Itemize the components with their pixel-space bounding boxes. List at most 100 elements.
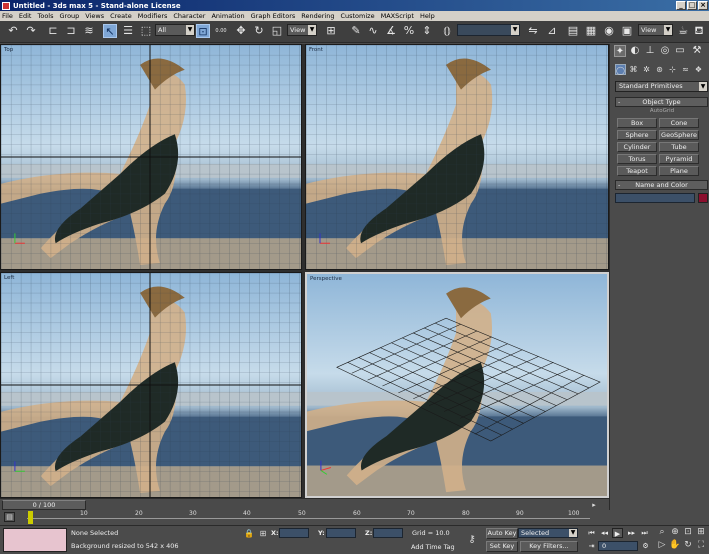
- next-frame-icon[interactable]: ▸▸: [626, 528, 637, 538]
- zoom-extents-all-icon[interactable]: ⊞: [695, 527, 707, 538]
- named-selection-icon[interactable]: ⦅⦆: [440, 24, 454, 38]
- menu-tools[interactable]: Tools: [37, 12, 53, 20]
- space-warps-icon[interactable]: ≈: [680, 64, 691, 75]
- menu-group[interactable]: Group: [60, 12, 80, 20]
- menu-character[interactable]: Character: [173, 12, 205, 20]
- menu-animation[interactable]: Animation: [211, 12, 244, 20]
- previous-frame-icon[interactable]: ◂◂: [599, 528, 610, 538]
- torus-button[interactable]: Torus: [617, 154, 657, 164]
- select-and-link-icon[interactable]: ⊏: [46, 24, 60, 38]
- time-slider-thumb[interactable]: 0 / 100: [2, 500, 86, 510]
- geometry-icon[interactable]: ◯: [615, 64, 626, 75]
- cone-button[interactable]: Cone: [659, 118, 699, 128]
- key-mode-toggle-icon[interactable]: ⇥: [586, 541, 597, 551]
- zoom-all-icon[interactable]: ⊕: [669, 527, 681, 538]
- menu-rendering[interactable]: Rendering: [301, 12, 334, 20]
- bind-space-warp-icon[interactable]: ≋: [82, 24, 96, 38]
- track-bar[interactable]: ▤ 10 20 30 40 50 60 70 80 90 100: [0, 510, 600, 525]
- select-manipulate-icon[interactable]: ✎: [349, 24, 363, 38]
- render-last-icon[interactable]: ⛾: [692, 24, 706, 38]
- absolute-mode-icon[interactable]: ⊞: [257, 528, 269, 539]
- redo-icon[interactable]: ↷: [24, 24, 38, 38]
- geosphere-button[interactable]: GeoSphere: [659, 130, 699, 140]
- utilities-tab-icon[interactable]: ⚒: [691, 45, 703, 57]
- menu-maxscript[interactable]: MAXScript: [381, 12, 414, 20]
- modify-tab-icon[interactable]: ◐: [629, 45, 641, 57]
- object-name-field[interactable]: [615, 193, 695, 203]
- mirror-icon[interactable]: ⇋: [526, 24, 540, 38]
- cylinder-button[interactable]: Cylinder: [617, 142, 657, 152]
- spinner-snap-icon[interactable]: ⇕: [420, 24, 434, 38]
- plane-button[interactable]: Plane: [659, 166, 699, 176]
- current-frame-field[interactable]: 0: [598, 541, 638, 551]
- snap-toggle-icon[interactable]: ∿: [366, 24, 380, 38]
- select-object-icon[interactable]: ↖: [103, 24, 117, 38]
- time-configuration-icon[interactable]: ⚙: [640, 541, 651, 551]
- selection-filter-dropdown[interactable]: All ▼: [155, 24, 195, 36]
- unlink-icon[interactable]: ⊐: [64, 24, 78, 38]
- display-tab-icon[interactable]: ▭: [674, 45, 686, 57]
- maxscript-listener[interactable]: [3, 528, 67, 552]
- window-crossing-icon[interactable]: ⊡: [196, 24, 210, 38]
- close-button[interactable]: ×: [698, 1, 708, 10]
- auto-key-button[interactable]: Auto Key: [486, 528, 518, 539]
- schematic-view-icon[interactable]: ▦: [584, 24, 598, 38]
- go-to-end-icon[interactable]: ⏭: [639, 528, 650, 538]
- render-scene-icon[interactable]: ▣: [620, 24, 634, 38]
- key-filters-button[interactable]: Key Filters...: [520, 541, 578, 552]
- object-color-swatch[interactable]: [698, 193, 708, 203]
- viewport-front[interactable]: Front: [305, 44, 609, 270]
- minimize-button[interactable]: _: [676, 1, 686, 10]
- x-coordinate-field[interactable]: [279, 528, 309, 538]
- primitive-category-dropdown[interactable]: Standard Primitives ▼: [615, 81, 708, 92]
- set-key-button[interactable]: Set Key: [486, 541, 518, 552]
- systems-icon[interactable]: ❖: [693, 64, 704, 75]
- teapot-button[interactable]: Teapot: [617, 166, 657, 176]
- rotate-icon[interactable]: ↻: [252, 24, 266, 38]
- render-type-dropdown[interactable]: View ▼: [638, 24, 673, 36]
- go-to-start-icon[interactable]: ⏮: [586, 528, 597, 538]
- create-tab-icon[interactable]: ✦: [614, 45, 626, 57]
- tube-button[interactable]: Tube: [659, 142, 699, 152]
- viewport-left[interactable]: Left: [0, 272, 302, 498]
- sphere-button[interactable]: Sphere: [617, 130, 657, 140]
- pyramid-button[interactable]: Pyramid: [659, 154, 699, 164]
- key-mode-dropdown[interactable]: Selected ▼: [518, 528, 578, 538]
- menu-file[interactable]: File: [2, 12, 13, 20]
- select-by-name-icon[interactable]: ☰: [121, 24, 135, 38]
- box-button[interactable]: Box: [617, 118, 657, 128]
- time-slider[interactable]: 0 / 100 ▸: [0, 498, 609, 510]
- reference-coordinate-dropdown[interactable]: View ▼: [287, 24, 317, 36]
- viewport-label[interactable]: Left: [4, 275, 14, 281]
- lock-selection-icon[interactable]: 🔒: [243, 528, 255, 539]
- time-slider-next-arrow[interactable]: ▸: [590, 500, 598, 510]
- motion-tab-icon[interactable]: ◎: [659, 45, 671, 57]
- viewport-top[interactable]: Top: [0, 44, 302, 270]
- key-icon[interactable]: ⚷: [466, 534, 478, 545]
- menu-modifiers[interactable]: Modifiers: [138, 12, 168, 20]
- viewport-label[interactable]: Perspective: [310, 276, 342, 282]
- hierarchy-tab-icon[interactable]: ⊥: [644, 45, 656, 57]
- scale-icon[interactable]: ◱: [270, 24, 284, 38]
- viewport-label[interactable]: Top: [4, 47, 13, 53]
- menu-create[interactable]: Create: [110, 12, 132, 20]
- menu-customize[interactable]: Customize: [340, 12, 374, 20]
- shapes-icon[interactable]: ⌘: [628, 64, 639, 75]
- arc-rotate-icon[interactable]: ↻: [682, 540, 694, 551]
- quick-render-icon[interactable]: ☕: [676, 24, 690, 38]
- maximize-button[interactable]: □: [687, 1, 697, 10]
- menu-views[interactable]: Views: [85, 12, 104, 20]
- field-of-view-icon[interactable]: ▷: [656, 540, 668, 551]
- viewport-perspective[interactable]: Perspective: [305, 272, 609, 498]
- zoom-extents-icon[interactable]: ⊡: [682, 527, 694, 538]
- menu-edit[interactable]: Edit: [19, 12, 32, 20]
- angle-snap-icon[interactable]: ∡: [384, 24, 398, 38]
- cameras-icon[interactable]: ⊛: [654, 64, 665, 75]
- track-view-icon[interactable]: ▤: [566, 24, 580, 38]
- pivot-center-icon[interactable]: ⊞: [324, 24, 338, 38]
- z-coordinate-field[interactable]: [373, 528, 403, 538]
- helpers-icon[interactable]: ⊹: [667, 64, 678, 75]
- autogrid-checkbox[interactable]: AutoGrid: [622, 108, 702, 114]
- play-icon[interactable]: ▶: [612, 528, 623, 538]
- rectangular-selection-icon[interactable]: ⬚: [139, 24, 153, 38]
